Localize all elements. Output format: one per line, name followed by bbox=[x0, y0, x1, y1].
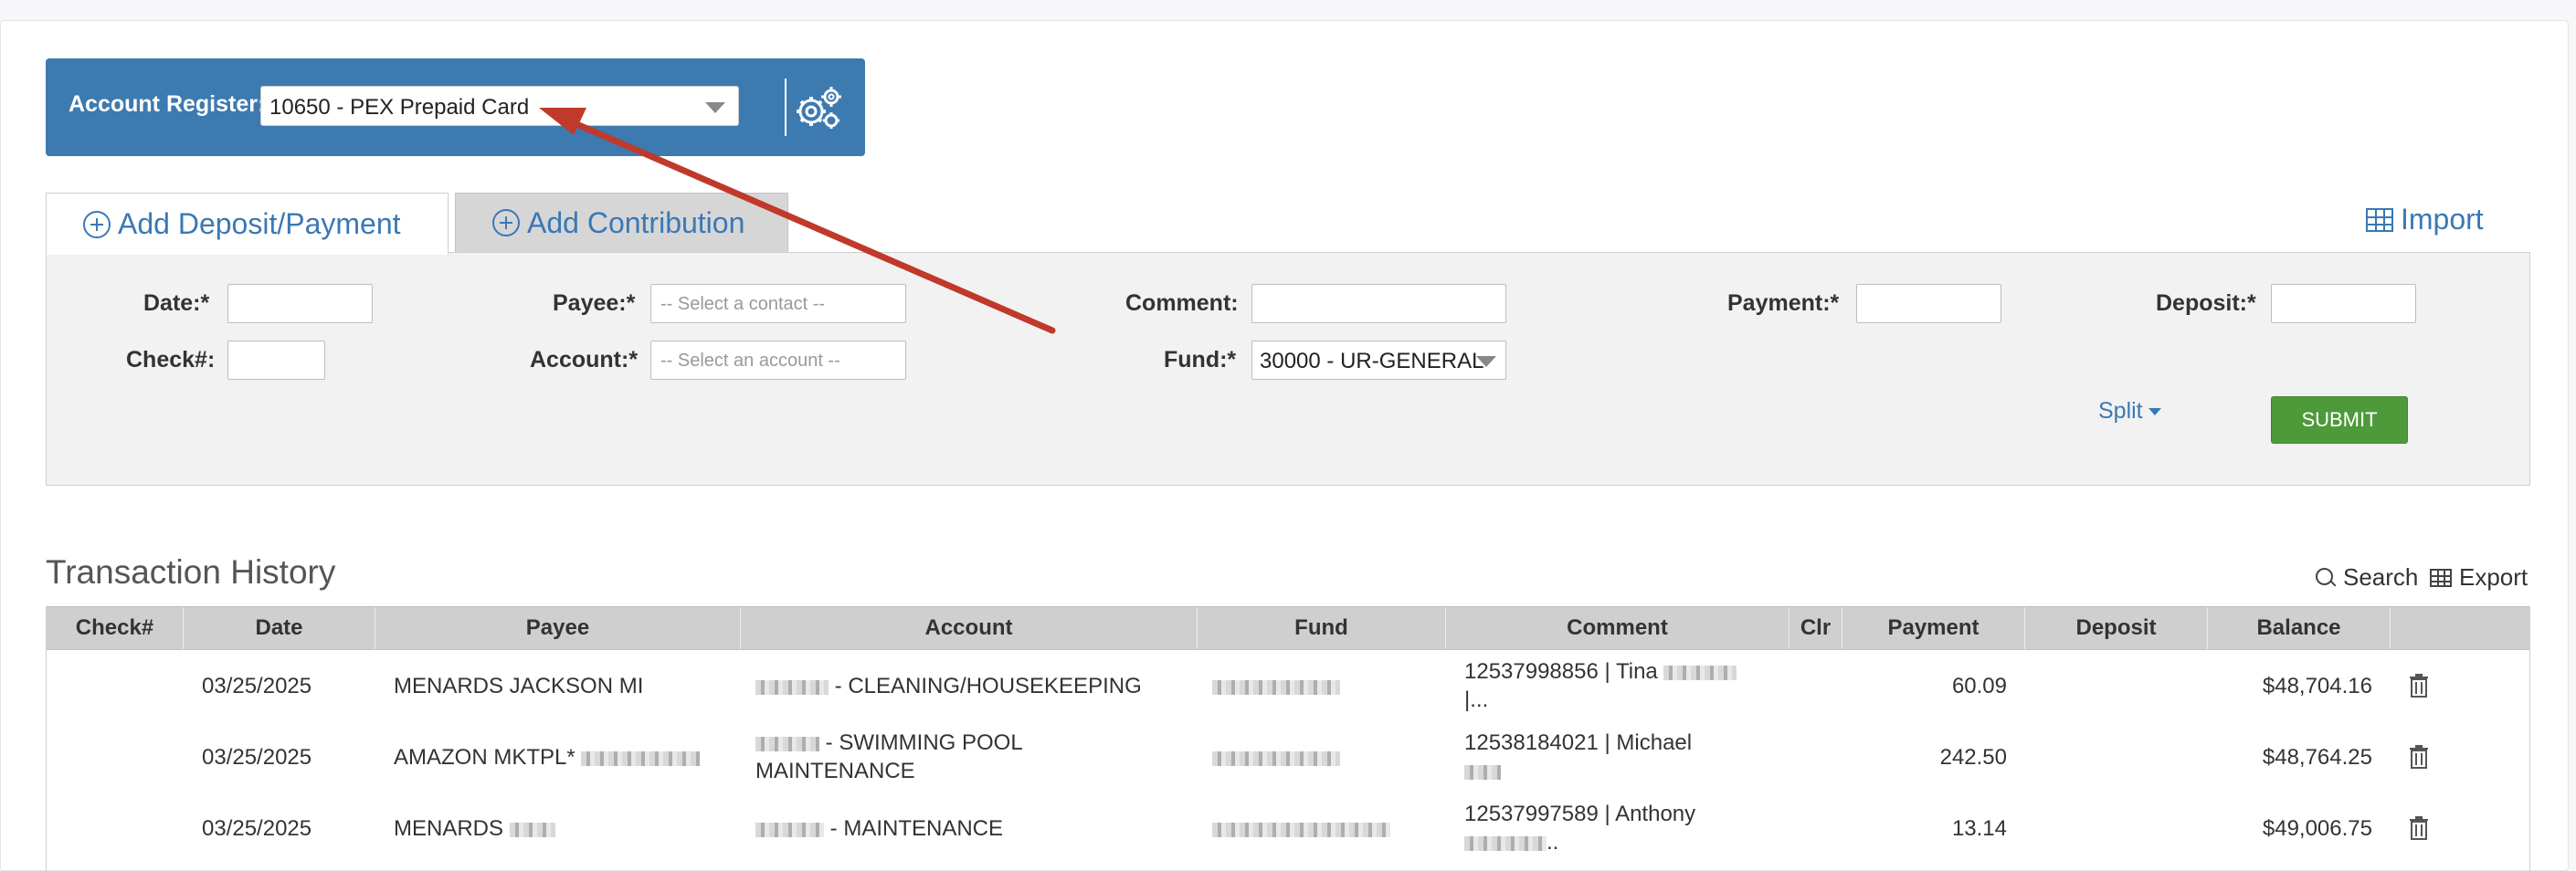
redacted-text bbox=[1212, 679, 1340, 695]
comment-field[interactable] bbox=[1251, 284, 1506, 323]
account-register-bar: Account Register: 10650 - PEX Prepaid Ca… bbox=[46, 58, 865, 156]
cell-balance: $48,764.25 bbox=[2262, 745, 2372, 770]
tab-label: Add Contribution bbox=[527, 205, 745, 239]
column-header-date[interactable]: Date bbox=[184, 607, 375, 649]
column-header-account[interactable]: Account bbox=[741, 607, 1198, 649]
cell-payment: 13.14 bbox=[1951, 816, 2007, 841]
cell-fund bbox=[1212, 743, 1340, 771]
cell-payment: 60.09 bbox=[1951, 674, 2007, 698]
search-label: Search bbox=[2343, 563, 2419, 591]
cell-date: 03/25/2025 bbox=[202, 745, 312, 770]
export-link[interactable]: Export bbox=[2430, 563, 2528, 592]
account-select[interactable]: -- Select an account -- bbox=[650, 341, 906, 380]
import-label: Import bbox=[2401, 203, 2484, 236]
table-row[interactable]: 03/25/2025 MENARDS JACKSON MI - CLEANING… bbox=[47, 650, 2529, 721]
deposit-field[interactable] bbox=[2271, 284, 2416, 323]
plus-circle-icon bbox=[492, 209, 520, 236]
table-row[interactable]: 03/25/2025 AMAZON MKTPL* - SWIMMING POOL… bbox=[47, 721, 2529, 792]
table-icon bbox=[2430, 568, 2452, 587]
chevron-down-icon bbox=[1476, 356, 1496, 367]
payment-field[interactable] bbox=[1856, 284, 2001, 323]
caret-down-icon bbox=[2148, 408, 2161, 416]
export-label: Export bbox=[2459, 563, 2528, 591]
account-label: Account:* bbox=[530, 347, 639, 373]
column-header-clr[interactable]: Clr bbox=[1789, 607, 1842, 649]
tab-add-deposit-payment[interactable]: Add Deposit/Payment bbox=[46, 193, 449, 255]
column-header-check[interactable]: Check# bbox=[47, 607, 184, 649]
redacted-text bbox=[1663, 665, 1737, 680]
check-label: Check#: bbox=[126, 347, 216, 373]
register-divider bbox=[785, 79, 787, 136]
cell-account: - CLEANING/HOUSEKEEPING bbox=[755, 672, 1142, 700]
transaction-table: Check# Date Payee Account Fund Comment C… bbox=[46, 606, 2530, 871]
gears-icon[interactable] bbox=[793, 84, 844, 131]
cell-comment: 12538184021 | Michael bbox=[1464, 729, 1692, 785]
transaction-history-title: Transaction History bbox=[46, 553, 336, 591]
search-link[interactable]: Search bbox=[2316, 563, 2418, 592]
check-number-field[interactable] bbox=[227, 341, 325, 380]
deposit-label: Deposit:* bbox=[2156, 290, 2256, 316]
redacted-text bbox=[581, 750, 701, 766]
cell-date: 03/25/2025 bbox=[202, 674, 312, 698]
cell-date: 03/25/2025 bbox=[202, 816, 312, 841]
cell-account: - MAINTENANCE bbox=[755, 814, 1003, 843]
column-header-balance[interactable]: Balance bbox=[2208, 607, 2391, 649]
fund-label: Fund:* bbox=[1164, 347, 1237, 373]
column-header-deposit[interactable]: Deposit bbox=[2025, 607, 2208, 649]
redacted-text bbox=[509, 822, 555, 837]
trash-icon[interactable] bbox=[2409, 816, 2429, 840]
search-icon bbox=[2316, 567, 2336, 588]
cell-payment: 242.50 bbox=[1939, 745, 2007, 770]
account-register-select[interactable]: 10650 - PEX Prepaid Card bbox=[260, 86, 739, 126]
redacted-text bbox=[755, 822, 824, 837]
redacted-text bbox=[755, 679, 829, 695]
split-label: Split bbox=[2098, 398, 2143, 424]
account-register-value: 10650 - PEX Prepaid Card bbox=[269, 95, 530, 120]
payee-label: Payee:* bbox=[553, 290, 636, 316]
cell-balance: $49,006.75 bbox=[2262, 816, 2372, 841]
cell-balance: $48,704.16 bbox=[2262, 674, 2372, 698]
trash-icon[interactable] bbox=[2409, 674, 2429, 698]
split-dropdown[interactable]: Split bbox=[2098, 398, 2161, 425]
trash-icon[interactable] bbox=[2409, 745, 2429, 769]
plus-circle-icon bbox=[83, 210, 111, 238]
column-header-comment[interactable]: Comment bbox=[1446, 607, 1789, 649]
table-header: Check# Date Payee Account Fund Comment C… bbox=[47, 606, 2529, 650]
date-label: Date:* bbox=[143, 290, 210, 316]
account-register-label: Account Register: bbox=[69, 91, 266, 117]
redacted-text bbox=[1212, 750, 1340, 766]
cell-payee: AMAZON MKTPL* bbox=[394, 743, 701, 771]
column-header-actions bbox=[2391, 607, 2529, 649]
import-link[interactable]: Import bbox=[2366, 203, 2484, 236]
redacted-text bbox=[1212, 822, 1390, 837]
chevron-down-icon bbox=[705, 102, 725, 113]
table-icon bbox=[2366, 207, 2393, 232]
redacted-text bbox=[1464, 764, 1501, 780]
redacted-text bbox=[755, 736, 819, 751]
cell-comment: 12537998856 | Tina |... bbox=[1464, 657, 1737, 714]
payment-label: Payment:* bbox=[1727, 290, 1840, 316]
fund-value: 30000 - UR-GENERAL bbox=[1260, 349, 1484, 373]
date-field[interactable] bbox=[227, 284, 373, 323]
payee-select[interactable]: -- Select a contact -- bbox=[650, 284, 906, 323]
cell-comment: 12537997589 | Anthony.. bbox=[1464, 802, 1696, 855]
column-header-fund[interactable]: Fund bbox=[1198, 607, 1446, 649]
cell-payee: MENARDS bbox=[394, 814, 555, 843]
fund-select[interactable]: 30000 - UR-GENERAL bbox=[1251, 341, 1506, 380]
table-row[interactable]: 03/25/2025 MENARDS - MAINTENANCE 1253799… bbox=[47, 792, 2529, 864]
comment-label: Comment: bbox=[1125, 290, 1239, 316]
column-header-payment[interactable]: Payment bbox=[1842, 607, 2025, 649]
cell-payee: MENARDS JACKSON MI bbox=[394, 674, 644, 698]
tab-label: Add Deposit/Payment bbox=[118, 207, 401, 240]
column-header-payee[interactable]: Payee bbox=[375, 607, 741, 649]
redacted-text bbox=[1464, 835, 1547, 851]
cell-fund bbox=[1212, 672, 1340, 700]
cell-fund bbox=[1212, 814, 1390, 843]
cell-account: - SWIMMING POOL MAINTENANCE bbox=[755, 730, 1023, 783]
tab-add-contribution[interactable]: Add Contribution bbox=[455, 193, 788, 253]
submit-button[interactable]: SUBMIT bbox=[2271, 396, 2408, 444]
